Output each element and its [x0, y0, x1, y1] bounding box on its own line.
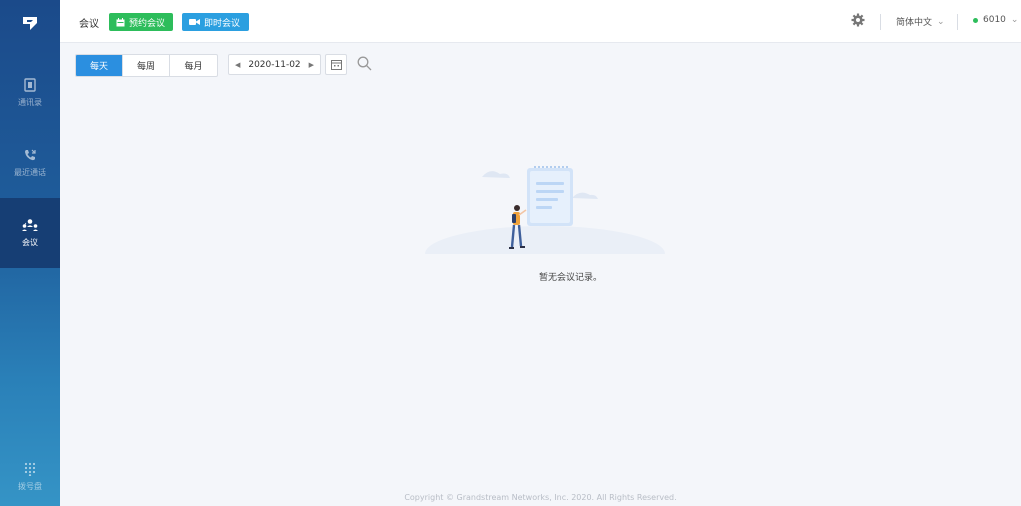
chevron-down-icon: ⌄ — [1010, 15, 1019, 25]
instant-meeting-button[interactable]: 即时会议 — [182, 13, 249, 31]
view-week-tab[interactable]: 每周 — [123, 55, 170, 76]
sidebar-item-label: 拨号盘 — [18, 482, 42, 491]
account-number: 6010 — [983, 15, 1006, 25]
top-header: 会议 预约会议 即时会议 简体中文 ⌄ 6010 ⌄ — [60, 0, 1021, 43]
empty-state-message: 暂无会议记录。 — [538, 273, 602, 283]
meeting-icon — [22, 219, 38, 231]
current-date: 2020-11-02 — [248, 59, 301, 70]
chevron-down-icon: ⌄ — [937, 16, 945, 27]
calendar-icon — [330, 60, 342, 70]
language-label: 简体中文 — [896, 18, 933, 28]
online-status-dot — [973, 17, 978, 23]
copyright-footer: Copyright © Grandstream Networks, Inc. 2… — [404, 493, 677, 502]
sidebar: 通讯录 最近通话 会议 拨号盘 — [0, 0, 60, 506]
sidebar-item-dialpad[interactable]: 拨号盘 — [0, 452, 60, 502]
search-icon[interactable] — [357, 56, 372, 74]
view-month-tab[interactable]: 每月 — [170, 55, 217, 76]
view-switcher: 每天 每周 每月 — [75, 54, 218, 77]
divider — [957, 14, 958, 30]
dialpad-icon — [24, 462, 36, 476]
sidebar-item-recent-calls[interactable]: 最近通话 — [0, 128, 60, 198]
divider — [880, 14, 881, 30]
app-logo[interactable] — [0, 0, 60, 45]
sidebar-item-contacts[interactable]: 通讯录 — [0, 58, 60, 128]
video-camera-icon — [189, 18, 200, 26]
date-navigator: ◀ 2020-11-02 ▶ — [228, 54, 321, 75]
empty-state-illustration — [420, 166, 670, 265]
sidebar-item-label: 会议 — [22, 238, 38, 247]
account-menu[interactable]: 6010 ⌄ — [973, 15, 1018, 25]
schedule-meeting-label: 预约会议 — [129, 18, 166, 29]
sidebar-item-label: 最近通话 — [14, 168, 46, 177]
language-selector[interactable]: 简体中文 ⌄ — [896, 15, 945, 29]
calendar-icon — [116, 17, 125, 27]
page-title: 会议 — [79, 19, 99, 30]
instant-meeting-label: 即时会议 — [204, 18, 241, 29]
next-date-icon[interactable]: ▶ — [309, 61, 314, 69]
schedule-meeting-button[interactable]: 预约会议 — [109, 13, 173, 31]
calendar-picker-button[interactable] — [325, 54, 347, 75]
recent-calls-icon — [25, 149, 36, 161]
sidebar-item-label: 通讯录 — [18, 98, 42, 107]
grandstream-logo-icon — [23, 16, 37, 30]
settings-gear-icon[interactable] — [851, 13, 865, 30]
previous-date-icon[interactable]: ◀ — [235, 61, 240, 69]
contacts-icon — [24, 78, 36, 92]
sidebar-item-meeting[interactable]: 会议 — [0, 198, 60, 268]
view-day-tab[interactable]: 每天 — [76, 55, 123, 76]
